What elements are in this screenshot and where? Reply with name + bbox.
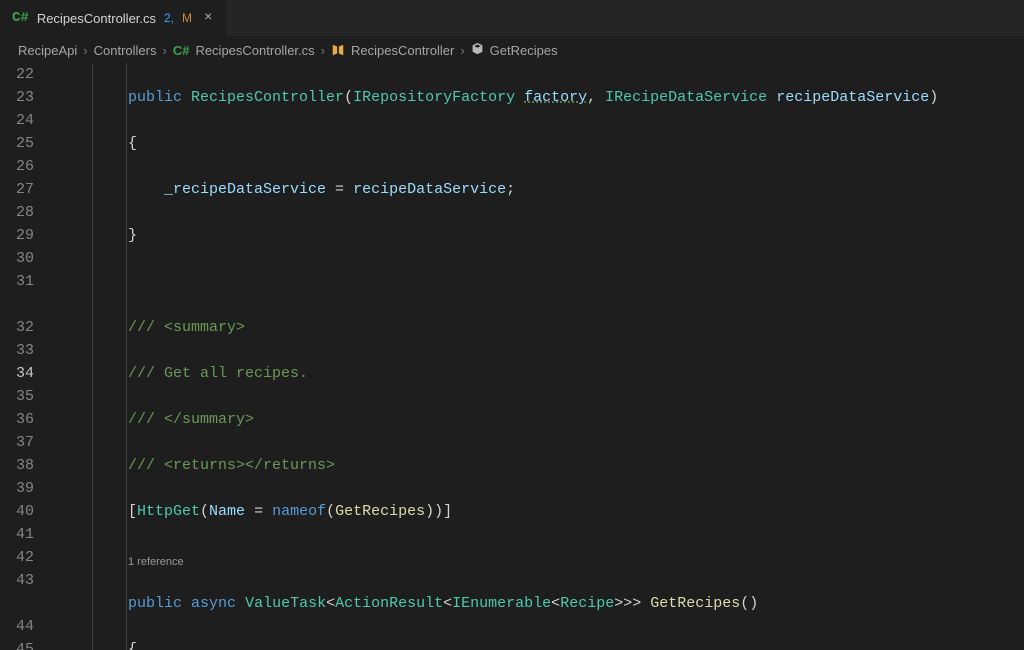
codelens-references[interactable]: 1 reference bbox=[128, 546, 1024, 569]
breadcrumb-item[interactable]: GetRecipes bbox=[490, 43, 558, 58]
line-number-gutter: 22 23 24 25 26 27 28 29 30 31 32 33 34 3… bbox=[0, 63, 52, 650]
chevron-right-icon: › bbox=[321, 43, 325, 58]
breadcrumb-item[interactable]: RecipesController bbox=[351, 43, 454, 58]
breadcrumb[interactable]: RecipeApi › Controllers › C# RecipesCont… bbox=[0, 37, 1024, 63]
tab-title: RecipesController.cs bbox=[37, 11, 156, 26]
chevron-right-icon: › bbox=[460, 43, 464, 58]
csharp-file-icon: C# bbox=[173, 43, 190, 58]
tab-git-status: M bbox=[182, 11, 192, 25]
chevron-right-icon: › bbox=[83, 43, 87, 58]
breadcrumb-item[interactable]: Controllers bbox=[94, 43, 157, 58]
hint-underline: factory bbox=[524, 89, 587, 106]
breadcrumb-item[interactable]: RecipeApi bbox=[18, 43, 77, 58]
tab-recipescontroller[interactable]: C# RecipesController.cs 2, M × bbox=[0, 0, 227, 36]
indent-guides bbox=[52, 63, 128, 650]
method-icon bbox=[471, 42, 484, 56]
code-content[interactable]: public RecipesController(IRepositoryFact… bbox=[128, 63, 1024, 650]
csharp-file-icon: C# bbox=[12, 10, 29, 26]
breadcrumb-item[interactable]: RecipesController.cs bbox=[195, 43, 314, 58]
tab-problem-count: 2, bbox=[164, 11, 174, 25]
close-icon[interactable]: × bbox=[200, 10, 216, 26]
tab-bar: C# RecipesController.cs 2, M × bbox=[0, 0, 1024, 37]
code-editor[interactable]: 22 23 24 25 26 27 28 29 30 31 32 33 34 3… bbox=[0, 63, 1024, 650]
class-icon bbox=[331, 43, 345, 58]
chevron-right-icon: › bbox=[162, 43, 166, 58]
